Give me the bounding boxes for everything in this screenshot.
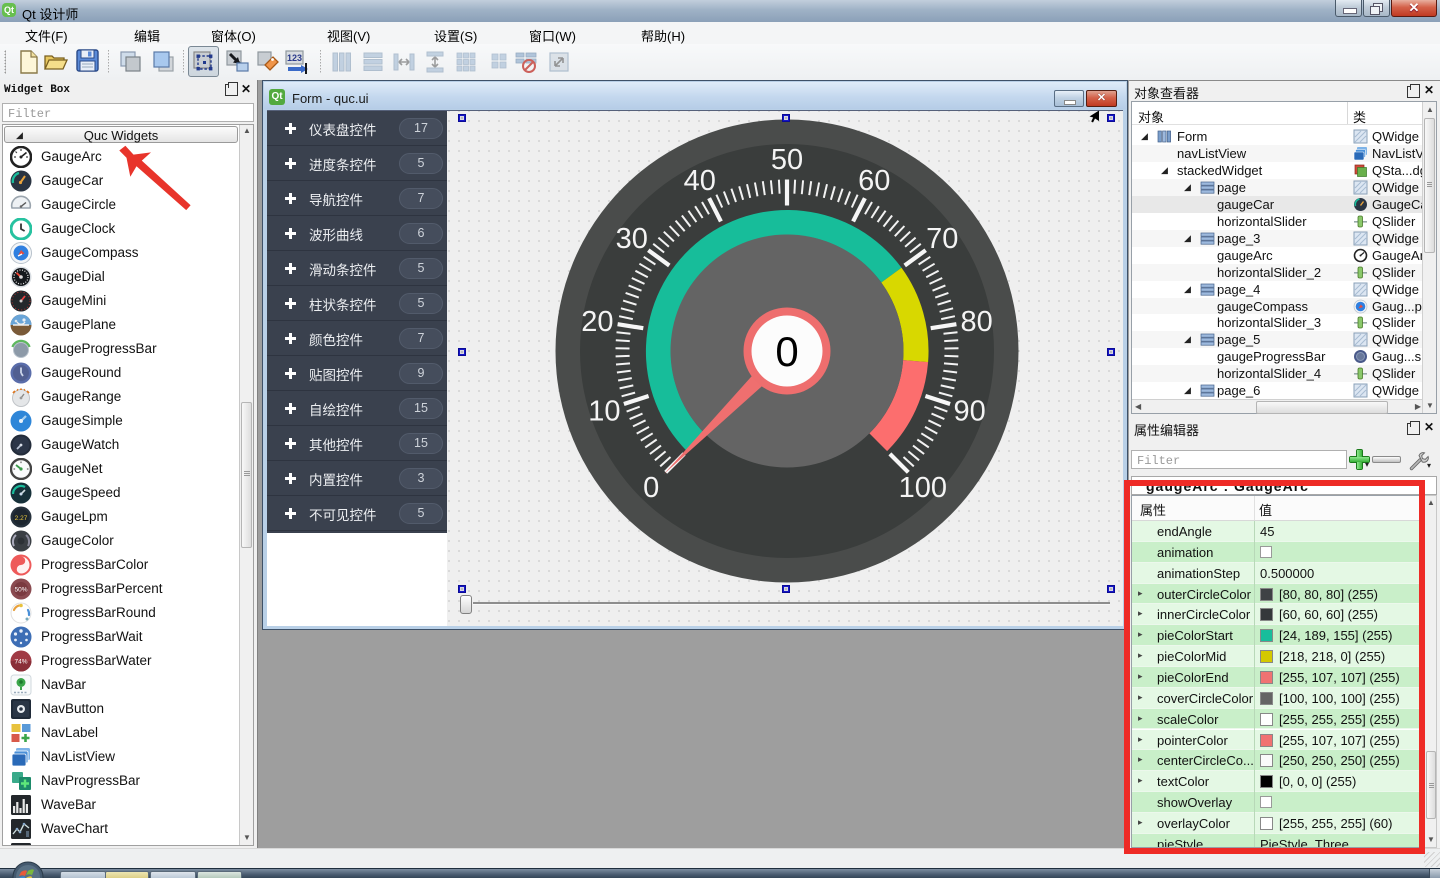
svg-text:50%: 50% bbox=[14, 587, 27, 594]
svg-text:40: 40 bbox=[684, 165, 716, 197]
svg-text:30: 30 bbox=[616, 223, 648, 255]
svg-text:0: 0 bbox=[643, 472, 659, 504]
svg-text:123: 123 bbox=[287, 53, 302, 63]
svg-text:60: 60 bbox=[858, 165, 890, 197]
svg-text:90: 90 bbox=[953, 395, 985, 427]
svg-text:10: 10 bbox=[588, 395, 620, 427]
svg-text:100: 100 bbox=[899, 472, 947, 504]
svg-text:0: 0 bbox=[775, 328, 798, 375]
svg-text:70: 70 bbox=[926, 223, 958, 255]
svg-text:50: 50 bbox=[771, 144, 803, 176]
svg-text:74%: 74% bbox=[14, 659, 27, 666]
svg-text:80: 80 bbox=[960, 306, 992, 338]
svg-text:2.27: 2.27 bbox=[15, 515, 28, 522]
svg-text:20: 20 bbox=[581, 306, 613, 338]
